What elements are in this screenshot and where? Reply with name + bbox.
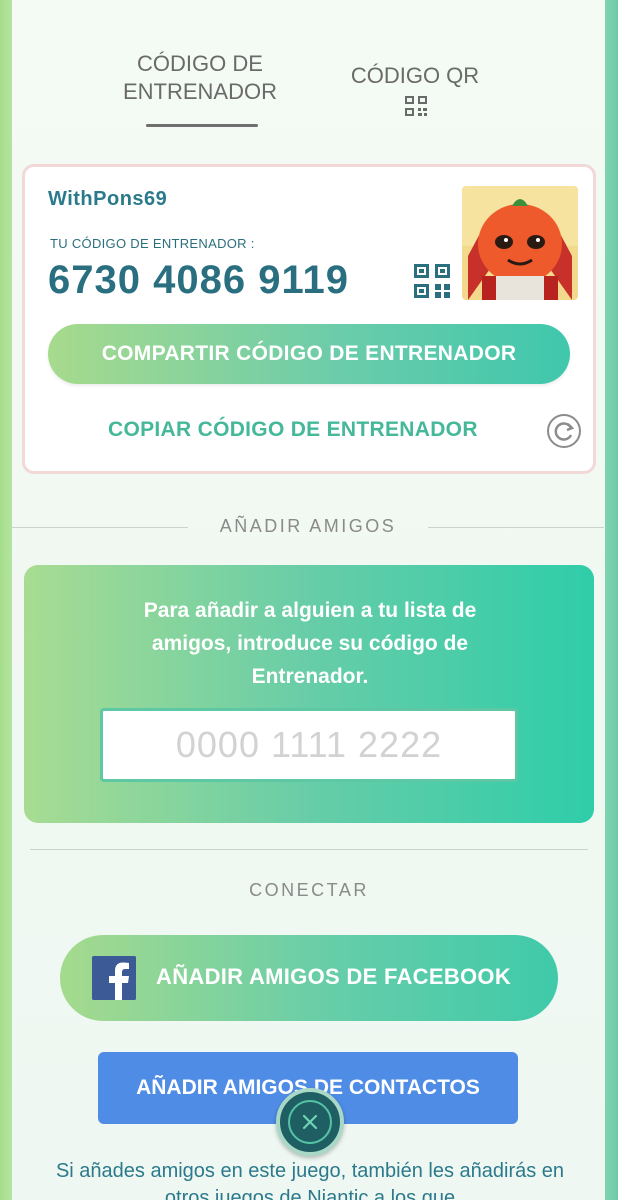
friend-code-input[interactable] (100, 708, 518, 782)
copy-trainer-code-link[interactable]: COPIAR CÓDIGO DE ENTRENADOR (108, 418, 478, 442)
trainer-code-label: TU CÓDIGO DE ENTRENADOR : (50, 236, 255, 251)
copy-icon[interactable] (546, 413, 582, 449)
avatar (462, 186, 578, 300)
qr-code-icon[interactable] (414, 264, 450, 298)
add-friends-instruction: Para añadir a alguien a tu lista de amig… (143, 599, 477, 688)
close-icon[interactable] (288, 1100, 332, 1144)
active-tab-indicator (146, 124, 258, 127)
niantic-friends-note: Si añades amigos en este juego, también … (55, 1160, 565, 1200)
tab-trainer-code[interactable]: CÓDIGO DE ENTRENADOR (110, 50, 290, 106)
connect-section-title: CONECTAR (249, 880, 369, 900)
section-divider (428, 527, 604, 528)
trainer-code-value: 6730 4086 9119 (48, 258, 349, 302)
share-trainer-code-button[interactable]: COMPARTIR CÓDIGO DE ENTRENADOR (48, 324, 570, 384)
tab-qr-code[interactable]: CÓDIGO QR (330, 62, 500, 90)
add-friends-section-title: AÑADIR AMIGOS (219, 516, 397, 536)
add-facebook-friends-label[interactable]: AÑADIR AMIGOS DE FACEBOOK (156, 964, 511, 990)
trainer-username: WithPons69 (48, 188, 168, 210)
close-button[interactable] (276, 1088, 344, 1156)
qr-code-icon[interactable] (405, 96, 427, 116)
section-divider (30, 849, 588, 850)
facebook-icon (92, 956, 136, 1000)
section-divider (12, 527, 188, 528)
